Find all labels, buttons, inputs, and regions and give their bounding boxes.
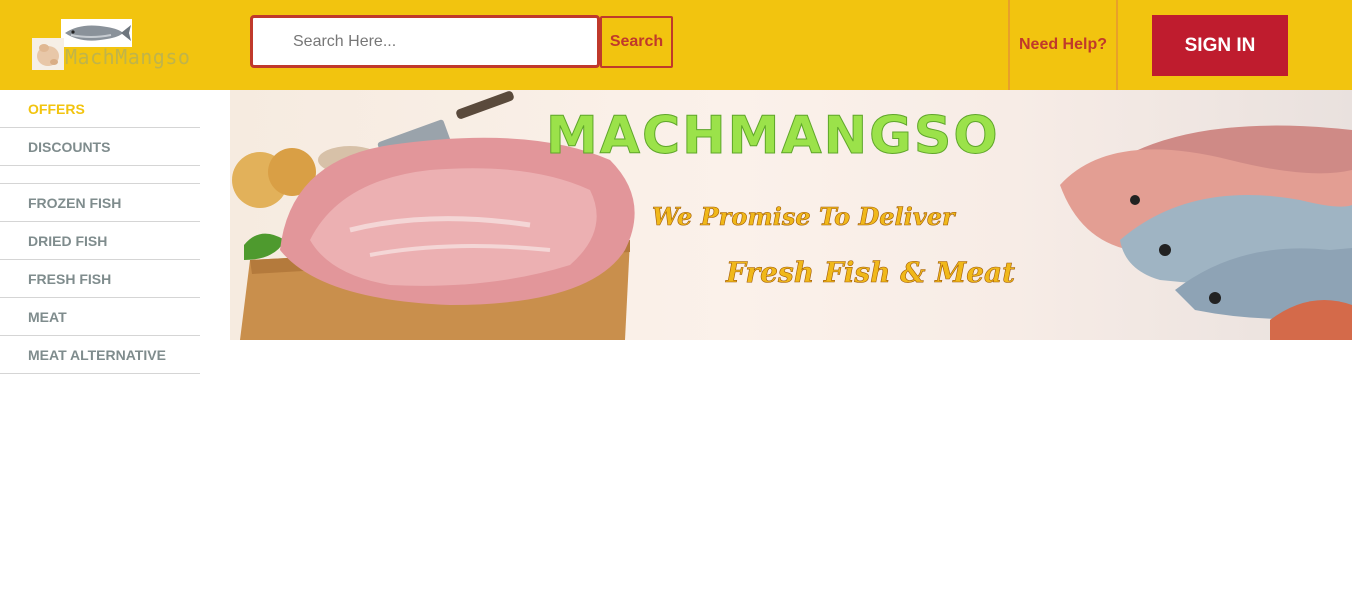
sidebar-item-dried-fish[interactable]: DRIED FISH bbox=[0, 222, 200, 260]
hero-banner[interactable]: MACHMANGSO We Promise To Deliver Fresh F… bbox=[230, 90, 1352, 340]
chicken-logo-icon bbox=[32, 38, 64, 70]
banner-title: MACHMANGSO bbox=[546, 106, 1000, 167]
sidebar-item-discounts[interactable]: DISCOUNTS bbox=[0, 128, 200, 166]
need-help-link[interactable]: Need Help? bbox=[1019, 36, 1107, 54]
sidebar-item-frozen-fish[interactable]: FROZEN FISH bbox=[0, 184, 200, 222]
sidebar-item-fresh-fish[interactable]: FRESH FISH bbox=[0, 260, 200, 298]
banner-tagline-2: Fresh Fish & Meat bbox=[726, 256, 1016, 290]
search-input[interactable] bbox=[250, 15, 600, 68]
banner-tagline-1: We Promise To Deliver bbox=[652, 202, 955, 232]
search-button[interactable]: Search bbox=[600, 16, 673, 68]
sidebar-item-meat[interactable]: MEAT bbox=[0, 298, 200, 336]
sidebar-divider bbox=[0, 166, 200, 184]
logo-wordmark: MachMangso bbox=[65, 45, 191, 69]
help-section: Need Help? bbox=[1008, 0, 1118, 90]
sign-in-button[interactable]: SIGN IN bbox=[1152, 15, 1288, 76]
sidebar-item-offers[interactable]: OFFERS bbox=[0, 90, 200, 128]
site-logo[interactable]: MachMangso bbox=[30, 16, 230, 74]
sidebar-item-meat-alternative[interactable]: MEAT ALTERNATIVE bbox=[0, 336, 200, 374]
fish-logo-icon bbox=[61, 19, 132, 47]
category-sidebar: OFFERS DISCOUNTS FROZEN FISH DRIED FISH … bbox=[0, 90, 200, 374]
top-header: MachMangso Search Need Help? SIGN IN bbox=[0, 0, 1352, 90]
